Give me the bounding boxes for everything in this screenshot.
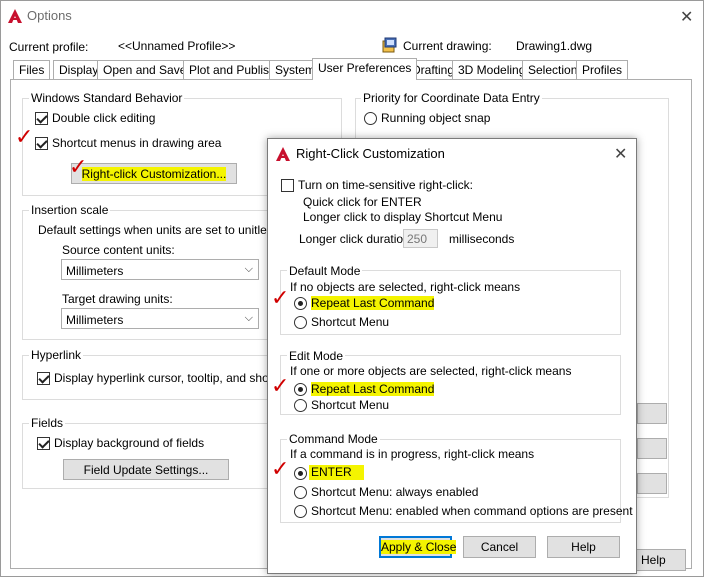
edit-repeat-label: Repeat Last Command xyxy=(311,382,435,396)
command-enter-label: ENTER xyxy=(309,465,364,480)
double-click-label: Double click editing xyxy=(52,111,156,125)
annotation-check-icon: ✓ xyxy=(271,374,290,399)
shortcut-menus-label: Shortcut menus in drawing area xyxy=(52,136,222,150)
tab-open-and-save[interactable]: Open and Save xyxy=(97,60,193,79)
target-units-value: Millimeters xyxy=(66,313,124,327)
duration-label: Longer click duration: xyxy=(299,232,414,246)
fields-background-label: Display background of fields xyxy=(54,436,205,450)
shortcut-menus-checkbox[interactable] xyxy=(35,137,48,150)
command-mode-title: Command Mode xyxy=(287,432,380,446)
chevron-down-icon: ⌵ xyxy=(244,312,253,324)
hidden-right-button[interactable] xyxy=(637,473,667,494)
source-units-value: Millimeters xyxy=(66,264,124,278)
time-sensitive-checkbox[interactable] xyxy=(281,179,294,192)
command-shortcut-always-label: Shortcut Menu: always enabled xyxy=(311,485,479,499)
target-units-label: Target drawing units: xyxy=(62,292,173,306)
dialog-help-button[interactable]: Help xyxy=(547,536,620,558)
duration-unit: milliseconds xyxy=(449,232,515,246)
window-close-icon[interactable]: ✕ xyxy=(680,7,693,27)
fields-background-checkbox[interactable] xyxy=(37,437,50,450)
hidden-right-button[interactable] xyxy=(637,403,667,424)
right-click-customization-dialog: Right-Click Customization ✕ Turn on time… xyxy=(267,138,637,574)
autocad-logo-icon xyxy=(276,147,290,161)
source-units-select[interactable]: Millimeters ⌵ xyxy=(61,259,259,280)
priority-title: Priority for Coordinate Data Entry xyxy=(361,91,542,105)
tab-files[interactable]: Files xyxy=(13,60,51,79)
tab-selection[interactable]: Selection xyxy=(522,60,584,79)
apply-close-button[interactable]: Apply & Close xyxy=(379,536,457,558)
command-shortcut-options-radio[interactable] xyxy=(294,505,307,518)
tab-3d-modeling[interactable]: 3D Modeling xyxy=(452,60,532,79)
drawing-file-icon xyxy=(382,37,397,53)
annotation-check-icon: ✓ xyxy=(271,286,290,311)
current-profile-value: <<Unnamed Profile>> xyxy=(118,39,236,53)
target-units-select[interactable]: Millimeters ⌵ xyxy=(61,308,259,329)
right-click-customization-label: Right-click Customization... xyxy=(81,167,227,181)
edit-mode-description: If one or more objects are selected, rig… xyxy=(290,364,572,378)
edit-mode-title: Edit Mode xyxy=(287,349,346,363)
longer-click-text: Longer click to display Shortcut Menu xyxy=(303,210,503,224)
hidden-right-button[interactable] xyxy=(637,438,667,459)
annotation-check-icon: ✓ xyxy=(271,457,290,482)
insertion-scale-description: Default settings when units are set to u… xyxy=(38,223,283,237)
edit-repeat-radio[interactable] xyxy=(294,383,307,396)
default-shortcut-radio[interactable] xyxy=(294,316,307,329)
field-update-settings-button[interactable]: Field Update Settings... xyxy=(63,459,229,480)
current-drawing-label: Current drawing: xyxy=(403,39,492,53)
cancel-button[interactable]: Cancel xyxy=(463,536,536,558)
command-shortcut-options-label: Shortcut Menu: enabled when command opti… xyxy=(311,504,633,518)
double-click-checkbox[interactable] xyxy=(35,112,48,125)
quick-click-text: Quick click for ENTER xyxy=(303,195,422,209)
tab-profiles[interactable]: Profiles xyxy=(576,60,629,79)
running-osnap-radio[interactable] xyxy=(364,112,377,125)
window-title: Options xyxy=(27,8,72,23)
chevron-down-icon: ⌵ xyxy=(244,263,253,275)
windows-behavior-title: Windows Standard Behavior xyxy=(29,91,185,105)
apply-close-label: Apply & Close xyxy=(381,540,457,554)
source-units-label: Source content units: xyxy=(62,243,175,257)
command-mode-description: If a command is in progress, right-click… xyxy=(290,447,535,461)
default-mode-description: If no objects are selected, right-click … xyxy=(290,280,521,294)
annotation-check-icon: ✓ xyxy=(69,155,88,180)
command-enter-radio[interactable] xyxy=(294,467,307,480)
dialog-title: Right-Click Customization xyxy=(296,146,445,161)
fields-title: Fields xyxy=(29,416,66,430)
default-repeat-radio[interactable] xyxy=(294,297,307,310)
default-repeat-label: Repeat Last Command xyxy=(311,296,435,310)
current-profile-label: Current profile: xyxy=(9,40,89,54)
default-mode-title: Default Mode xyxy=(287,264,363,278)
insertion-scale-title: Insertion scale xyxy=(29,203,111,217)
default-shortcut-label: Shortcut Menu xyxy=(311,315,390,329)
command-shortcut-always-radio[interactable] xyxy=(294,486,307,499)
dialog-close-icon[interactable]: ✕ xyxy=(614,144,627,164)
running-osnap-label: Running object snap xyxy=(381,111,491,125)
edit-shortcut-label: Shortcut Menu xyxy=(311,398,390,412)
time-sensitive-label: Turn on time-sensitive right-click: xyxy=(298,178,473,192)
duration-input[interactable]: 250 xyxy=(403,229,438,248)
autocad-logo-icon xyxy=(8,9,22,23)
current-drawing-value: Drawing1.dwg xyxy=(516,39,593,53)
annotation-check-icon: ✓ xyxy=(15,125,34,150)
hyperlink-title: Hyperlink xyxy=(29,348,84,362)
hyperlink-checkbox[interactable] xyxy=(37,372,50,385)
tab-plot-and-publish[interactable]: Plot and Publish xyxy=(183,60,282,79)
right-click-customization-button[interactable]: Right-click Customization... xyxy=(71,163,237,184)
edit-shortcut-radio[interactable] xyxy=(294,399,307,412)
tab-user-preferences[interactable]: User Preferences xyxy=(312,58,418,80)
